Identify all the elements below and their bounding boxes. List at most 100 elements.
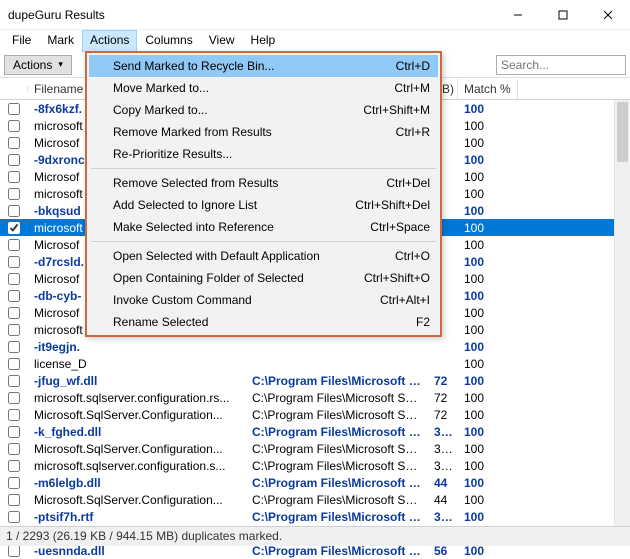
scroll-thumb[interactable] bbox=[617, 102, 628, 162]
row-checkbox[interactable] bbox=[8, 290, 20, 302]
cell-folder: C:\Program Files\Microsoft SQ... bbox=[246, 408, 428, 422]
table-row[interactable]: -ptsif7h.rtfC:\Program Files\Microsoft S… bbox=[0, 508, 630, 525]
search-input[interactable] bbox=[496, 55, 626, 75]
cell-folder: C:\Program Files\Microsoft SQ... bbox=[246, 510, 428, 524]
row-checkbox[interactable] bbox=[8, 392, 20, 404]
row-checkbox[interactable] bbox=[8, 341, 20, 353]
cell-file: Microsoft.SqlServer.Configuration... bbox=[28, 493, 246, 507]
cell-file: microsoft.sqlserver.configuration.rs... bbox=[28, 391, 246, 405]
menu-item[interactable]: Make Selected into ReferenceCtrl+Space bbox=[89, 216, 438, 238]
minimize-button[interactable] bbox=[495, 0, 540, 30]
actions-dropdown-button[interactable]: Actions bbox=[4, 55, 72, 75]
menu-separator bbox=[91, 241, 436, 242]
close-button[interactable] bbox=[585, 0, 630, 30]
row-checkbox[interactable] bbox=[8, 239, 20, 251]
menu-item[interactable]: Re-Prioritize Results... bbox=[89, 143, 438, 165]
table-row[interactable]: license_D 100 bbox=[0, 355, 630, 372]
table-row[interactable]: microsoft.sqlserver.configuration.rs...C… bbox=[0, 389, 630, 406]
menu-item-shortcut: Ctrl+O bbox=[395, 249, 430, 263]
menu-item[interactable]: Move Marked to...Ctrl+M bbox=[89, 77, 438, 99]
row-checkbox[interactable] bbox=[8, 188, 20, 200]
cell-match: 100 bbox=[458, 323, 518, 337]
menu-file[interactable]: File bbox=[4, 30, 39, 52]
row-checkbox[interactable] bbox=[8, 205, 20, 217]
menu-view[interactable]: View bbox=[201, 30, 243, 52]
header-match[interactable]: Match % bbox=[458, 79, 518, 99]
row-checkbox[interactable] bbox=[8, 443, 20, 455]
cell-file: license_D bbox=[28, 357, 246, 371]
row-checkbox[interactable] bbox=[8, 273, 20, 285]
row-checkbox[interactable] bbox=[8, 137, 20, 149]
menu-item[interactable]: Copy Marked to...Ctrl+Shift+M bbox=[89, 99, 438, 121]
window-title: dupeGuru Results bbox=[8, 8, 495, 22]
cell-size: 44 bbox=[428, 476, 458, 490]
row-checkbox[interactable] bbox=[8, 409, 20, 421]
row-checkbox[interactable] bbox=[8, 358, 20, 370]
menu-item[interactable]: Remove Selected from ResultsCtrl+Del bbox=[89, 172, 438, 194]
cell-folder: C:\Program Files\Microsoft SQ... bbox=[246, 459, 428, 473]
menu-item[interactable]: Remove Marked from ResultsCtrl+R bbox=[89, 121, 438, 143]
menu-item[interactable]: Rename SelectedF2 bbox=[89, 311, 438, 333]
cell-size: 322 bbox=[428, 510, 458, 524]
row-checkbox[interactable] bbox=[8, 171, 20, 183]
table-row[interactable]: Microsoft.SqlServer.Configuration...C:\P… bbox=[0, 491, 630, 508]
row-checkbox[interactable] bbox=[8, 460, 20, 472]
table-row[interactable]: -it9egjn.100 bbox=[0, 338, 630, 355]
menu-item-shortcut: Ctrl+Shift+Del bbox=[355, 198, 430, 212]
table-row[interactable]: Microsoft.SqlServer.Configuration...C:\P… bbox=[0, 406, 630, 423]
menu-item[interactable]: Invoke Custom CommandCtrl+Alt+I bbox=[89, 289, 438, 311]
maximize-button[interactable] bbox=[540, 0, 585, 30]
menu-item-shortcut: Ctrl+Alt+I bbox=[380, 293, 430, 307]
table-row[interactable]: -m6lelgb.dllC:\Program Files\Microsoft S… bbox=[0, 474, 630, 491]
cell-match: 100 bbox=[458, 408, 518, 422]
cell-size: 348 bbox=[428, 425, 458, 439]
row-checkbox[interactable] bbox=[8, 477, 20, 489]
row-checkbox[interactable] bbox=[8, 222, 20, 234]
menu-item-label: Open Selected with Default Application bbox=[113, 249, 395, 263]
cell-match: 100 bbox=[458, 238, 518, 252]
table-row[interactable]: Microsoft.SqlServer.Configuration...C:\P… bbox=[0, 440, 630, 457]
menu-help[interactable]: Help bbox=[243, 30, 284, 52]
actions-menu: Send Marked to Recycle Bin...Ctrl+DMove … bbox=[85, 51, 442, 337]
cell-match: 100 bbox=[458, 221, 518, 235]
table-row[interactable]: microsoft.sqlserver.configuration.s...C:… bbox=[0, 457, 630, 474]
menu-item[interactable]: Open Containing Folder of SelectedCtrl+S… bbox=[89, 267, 438, 289]
cell-size: 72 bbox=[428, 408, 458, 422]
menu-mark[interactable]: Mark bbox=[39, 30, 82, 52]
cell-match: 100 bbox=[458, 272, 518, 286]
cell-match: 100 bbox=[458, 136, 518, 150]
row-checkbox[interactable] bbox=[8, 120, 20, 132]
menu-actions[interactable]: Actions bbox=[82, 30, 137, 52]
menu-item[interactable]: Add Selected to Ignore ListCtrl+Shift+De… bbox=[89, 194, 438, 216]
menu-item[interactable]: Open Selected with Default ApplicationCt… bbox=[89, 245, 438, 267]
vertical-scrollbar[interactable] bbox=[614, 100, 630, 526]
table-row[interactable]: -k_fghed.dllC:\Program Files\Microsoft S… bbox=[0, 423, 630, 440]
cell-match: 100 bbox=[458, 289, 518, 303]
cell-folder: C:\Program Files\Microsoft SQ... bbox=[246, 476, 428, 490]
row-checkbox[interactable] bbox=[8, 545, 20, 557]
row-checkbox[interactable] bbox=[8, 324, 20, 336]
table-row[interactable]: -jfug_wf.dllC:\Program Files\Microsoft S… bbox=[0, 372, 630, 389]
menu-item-shortcut: Ctrl+R bbox=[396, 125, 430, 139]
row-checkbox[interactable] bbox=[8, 154, 20, 166]
cell-file: -ptsif7h.rtf bbox=[28, 510, 246, 524]
cell-file: Microsoft.SqlServer.Configuration... bbox=[28, 408, 246, 422]
row-checkbox[interactable] bbox=[8, 103, 20, 115]
cell-match: 100 bbox=[458, 493, 518, 507]
cell-file: -jfug_wf.dll bbox=[28, 374, 246, 388]
cell-match: 100 bbox=[458, 357, 518, 371]
row-checkbox[interactable] bbox=[8, 426, 20, 438]
row-checkbox[interactable] bbox=[8, 256, 20, 268]
menu-item-shortcut: Ctrl+D bbox=[396, 59, 430, 73]
menu-item-label: Make Selected into Reference bbox=[113, 220, 370, 234]
menu-item-shortcut: Ctrl+Space bbox=[370, 220, 430, 234]
row-checkbox[interactable] bbox=[8, 511, 20, 523]
window-controls bbox=[495, 0, 630, 30]
row-checkbox[interactable] bbox=[8, 375, 20, 387]
menu-item[interactable]: Send Marked to Recycle Bin...Ctrl+D bbox=[89, 55, 438, 77]
cell-file: -m6lelgb.dll bbox=[28, 476, 246, 490]
row-checkbox[interactable] bbox=[8, 307, 20, 319]
menu-item-shortcut: Ctrl+Shift+O bbox=[364, 271, 430, 285]
menu-columns[interactable]: Columns bbox=[137, 30, 200, 52]
row-checkbox[interactable] bbox=[8, 494, 20, 506]
